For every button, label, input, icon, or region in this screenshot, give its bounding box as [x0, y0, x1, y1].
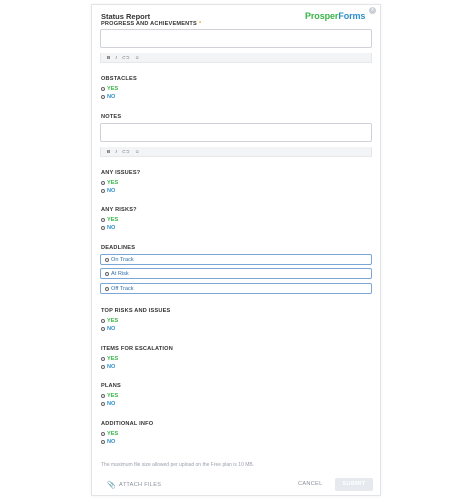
radio-circle[interactable] — [101, 217, 105, 222]
radio-label: NO — [107, 325, 116, 332]
notes-label: NOTES — [101, 114, 122, 120]
issues-label: ANY ISSUES? — [101, 170, 141, 176]
option-label: At Risk — [111, 270, 129, 277]
bold-button[interactable]: B — [107, 147, 110, 157]
required-mark: * — [198, 21, 202, 27]
italic-button[interactable]: I — [116, 147, 117, 157]
top-risks-no-radio[interactable]: NO — [101, 325, 115, 332]
plans-label: PLANS — [101, 383, 121, 389]
radio-circle[interactable] — [101, 318, 105, 323]
emoji-icon[interactable]: ☺ — [135, 53, 140, 63]
radio-label: NO — [107, 363, 116, 370]
radio-label: NO — [107, 438, 116, 445]
radio-label: YES — [107, 179, 119, 186]
obstacles-yes-radio[interactable]: YES — [101, 85, 118, 92]
radio-label: YES — [107, 392, 119, 399]
close-icon[interactable]: x — [369, 7, 376, 14]
radio-label: NO — [107, 187, 116, 194]
radio-label: YES — [107, 216, 119, 223]
additional-info-label: ADDITIONAL INFO — [101, 421, 154, 427]
form-title: Status Report — [101, 12, 151, 21]
radio-label: YES — [107, 430, 119, 437]
obstacles-label: OBSTACLES — [101, 76, 137, 82]
progress-label-text: PROGRESS AND ACHIEVEMENTS — [101, 21, 197, 27]
radio-label: YES — [107, 317, 119, 324]
attach-files-label: ATTACH FILES — [119, 482, 162, 488]
escalation-no-radio[interactable]: NO — [101, 363, 115, 370]
radio-circle[interactable] — [101, 364, 105, 369]
radio-circle[interactable] — [101, 188, 105, 193]
additional-no-radio[interactable]: NO — [101, 438, 115, 445]
logo-part-forms: Forms — [338, 11, 366, 21]
submit-button[interactable]: SUBMIT — [335, 478, 373, 491]
deadline-option-at-risk[interactable]: At Risk — [100, 268, 372, 279]
plans-yes-radio[interactable]: YES — [101, 392, 118, 399]
bold-button[interactable]: B — [107, 53, 110, 63]
deadline-option-off-track[interactable]: Off Track — [100, 283, 372, 294]
notes-textarea[interactable] — [100, 123, 372, 142]
radio-circle[interactable] — [101, 439, 105, 444]
radio-label: YES — [107, 355, 119, 362]
italic-button[interactable]: I — [116, 53, 117, 63]
file-size-note: The maximum file size allowed per upload… — [101, 462, 255, 468]
deadline-option-on-track[interactable]: On Track — [100, 254, 372, 265]
radio-circle[interactable] — [101, 393, 105, 398]
radio-circle[interactable] — [101, 401, 105, 406]
radio-label: NO — [107, 400, 116, 407]
option-label: Off Track — [111, 285, 134, 292]
brand-logo: ProsperForms — [305, 11, 365, 21]
logo-part-prosper: Prosper — [305, 11, 339, 21]
radio-label: NO — [107, 93, 116, 100]
attach-files-button[interactable]: 📎 ATTACH FILES — [107, 481, 161, 489]
top-risks-label: TOP RISKS AND ISSUES — [101, 308, 171, 314]
obstacles-no-radio[interactable]: NO — [101, 93, 115, 100]
escalation-label: ITEMS FOR ESCALATION — [101, 346, 173, 352]
emoji-icon[interactable]: ☺ — [135, 147, 140, 157]
cancel-button[interactable]: CANCEL — [298, 481, 323, 487]
radio-circle[interactable] — [101, 225, 105, 230]
risks-yes-radio[interactable]: YES — [101, 216, 118, 223]
issues-no-radio[interactable]: NO — [101, 187, 115, 194]
paperclip-icon: 📎 — [107, 482, 117, 489]
additional-yes-radio[interactable]: YES — [101, 430, 118, 437]
risks-no-radio[interactable]: NO — [101, 224, 115, 231]
escalation-yes-radio[interactable]: YES — [101, 355, 118, 362]
radio-label: NO — [107, 224, 116, 231]
deadlines-label: DEADLINES — [101, 245, 136, 251]
radio-circle[interactable] — [101, 326, 105, 331]
top-risks-yes-radio[interactable]: YES — [101, 317, 118, 324]
radio-circle[interactable] — [101, 94, 105, 99]
progress-textarea[interactable] — [100, 29, 372, 48]
radio-circle[interactable] — [101, 431, 105, 436]
risks-label: ANY RISKS? — [101, 207, 137, 213]
radio-circle[interactable] — [105, 257, 109, 262]
progress-label: PROGRESS AND ACHIEVEMENTS * — [101, 21, 201, 27]
radio-label: YES — [107, 85, 119, 92]
issues-yes-radio[interactable]: YES — [101, 179, 118, 186]
progress-toolbar: B I ⊂⊃ ☺ — [100, 53, 372, 63]
option-label: On Track — [111, 256, 134, 263]
notes-toolbar: B I ⊂⊃ ☺ — [100, 147, 372, 157]
radio-circle[interactable] — [105, 286, 109, 291]
radio-circle[interactable] — [101, 180, 105, 185]
radio-circle[interactable] — [101, 356, 105, 361]
link-icon[interactable]: ⊂⊃ — [122, 53, 130, 63]
radio-circle[interactable] — [105, 271, 109, 276]
link-icon[interactable]: ⊂⊃ — [122, 147, 130, 157]
radio-circle[interactable] — [101, 86, 105, 91]
plans-no-radio[interactable]: NO — [101, 400, 115, 407]
